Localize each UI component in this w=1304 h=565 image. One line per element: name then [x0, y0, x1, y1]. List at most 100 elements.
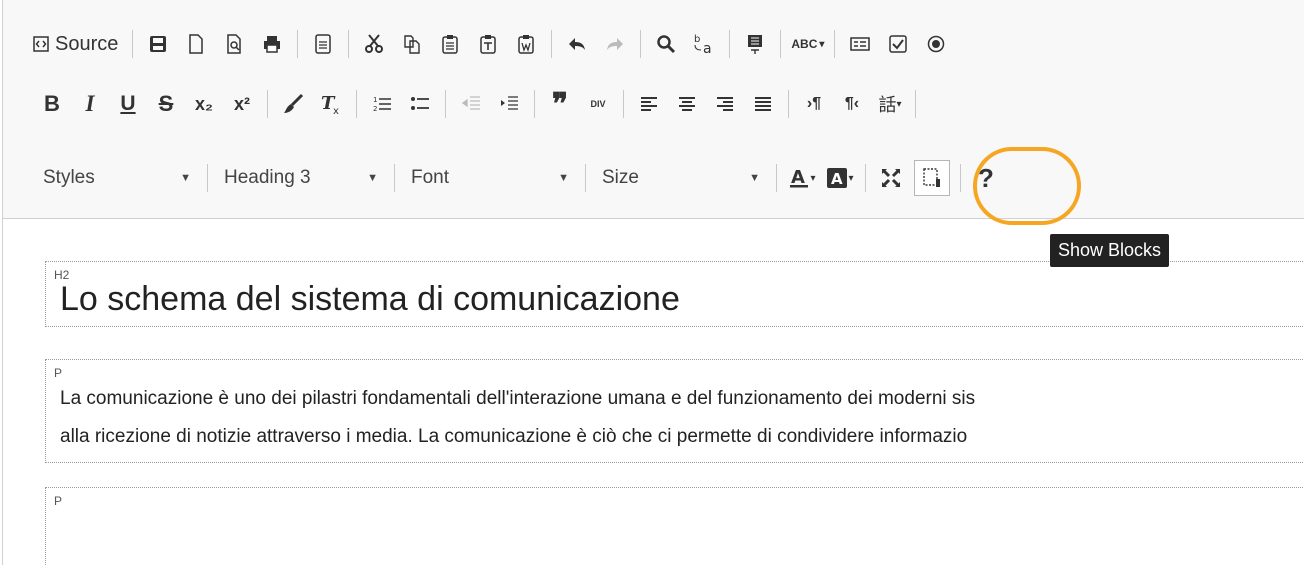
justify-icon: [755, 97, 771, 111]
paste-text-icon: [480, 35, 497, 54]
separator: [445, 90, 446, 118]
separator: [394, 164, 395, 192]
text-color-button[interactable]: A ▾: [787, 163, 817, 193]
h2-block[interactable]: H2 Lo schema del sistema di comunicazion…: [45, 261, 1304, 327]
source-icon: [33, 36, 49, 52]
new-page-button[interactable]: [181, 29, 211, 59]
show-blocks-tooltip: Show Blocks: [1050, 234, 1170, 267]
editor-toolbar: Source ba ABC ▾ B I U S x₂ x² T x 1 2 ❞ …: [3, 0, 1304, 219]
toolbar-row-2: B I U S x₂ x² Tx 12 ❞ DIV ›¶ ¶‹ 話 ▾: [33, 84, 922, 124]
form-button[interactable]: [845, 29, 875, 59]
replace-icon: ba: [694, 34, 712, 55]
paste-button[interactable]: [435, 29, 465, 59]
paste-word-button[interactable]: [511, 29, 541, 59]
separator: [585, 164, 586, 192]
format-dropdown[interactable]: Heading 3 ▼: [214, 161, 388, 195]
show-blocks-icon: [923, 168, 940, 187]
spellcheck-button[interactable]: ABC ▾: [791, 29, 824, 59]
align-right-button[interactable]: [710, 89, 740, 119]
find-button[interactable]: [651, 29, 681, 59]
align-center-button[interactable]: [672, 89, 702, 119]
ltr-icon: ›¶: [806, 95, 822, 112]
indent-button[interactable]: [494, 89, 524, 119]
editing-area[interactable]: H2 Lo schema del sistema di comunicazion…: [3, 219, 1304, 565]
new-page-icon: [189, 34, 204, 54]
preview-button[interactable]: [219, 29, 249, 59]
templates-icon: [315, 34, 332, 54]
cut-icon: [365, 34, 384, 53]
blockquote-button[interactable]: ❞: [545, 87, 575, 122]
heading-text: Lo schema del sistema di comunicazione: [60, 280, 680, 318]
separator: [776, 164, 777, 192]
save-button[interactable]: [143, 29, 173, 59]
select-all-button[interactable]: [740, 29, 770, 59]
language-button[interactable]: 話 ▾: [875, 89, 905, 119]
maximize-icon: [881, 168, 901, 188]
print-button[interactable]: [257, 29, 287, 59]
separator: [729, 30, 731, 58]
chevron-down-icon: ▼: [558, 172, 569, 184]
templates-button[interactable]: [308, 29, 338, 59]
undo-button[interactable]: [562, 29, 592, 59]
source-button[interactable]: Source: [33, 33, 118, 56]
bg-color-icon: A: [827, 168, 848, 188]
justify-button[interactable]: [748, 89, 778, 119]
svg-text:b: b: [694, 34, 700, 45]
svg-text:x: x: [333, 106, 339, 115]
separator: [267, 90, 268, 118]
superscript-button[interactable]: x²: [227, 89, 257, 119]
print-icon: [264, 36, 281, 53]
radio-icon: [928, 35, 945, 53]
radio-button[interactable]: [921, 29, 951, 59]
separator: [348, 30, 350, 58]
font-dropdown[interactable]: Font ▼: [401, 161, 579, 195]
separator: [915, 90, 916, 118]
outdent-button[interactable]: [456, 89, 486, 119]
bold-button[interactable]: B: [37, 89, 67, 119]
align-left-icon: [641, 97, 657, 111]
show-blocks-button[interactable]: [914, 160, 950, 196]
language-icon: 話: [878, 95, 897, 115]
subscript-button[interactable]: x₂: [189, 89, 219, 119]
paragraph-block[interactable]: P La comunicazione è uno dei pilastri fo…: [45, 359, 1304, 463]
div-button[interactable]: DIV: [583, 89, 613, 119]
checkbox-button[interactable]: [883, 29, 913, 59]
svg-text:1: 1: [373, 96, 377, 104]
paintbrush-icon: [284, 93, 304, 113]
paste-text-button[interactable]: [473, 29, 503, 59]
underline-button[interactable]: U: [113, 89, 143, 119]
italic-button[interactable]: I: [75, 89, 105, 119]
copy-format-button[interactable]: [278, 89, 308, 119]
styles-dropdown[interactable]: Styles ▼: [33, 161, 201, 195]
remove-format-button[interactable]: Tx: [316, 89, 346, 119]
numbered-list-button[interactable]: 12: [367, 89, 397, 119]
chevron-down-icon: ▾: [810, 172, 816, 184]
redo-icon: [607, 38, 624, 50]
bg-color-button[interactable]: A ▾: [825, 163, 855, 193]
rtl-button[interactable]: ¶‹: [837, 89, 867, 119]
source-label: Source: [55, 32, 119, 55]
ltr-button[interactable]: ›¶: [799, 89, 829, 119]
maximize-button[interactable]: [876, 163, 906, 193]
size-label: Size: [602, 167, 639, 188]
bulleted-list-button[interactable]: [405, 89, 435, 119]
separator: [356, 90, 357, 118]
spellcheck-icon: ABC: [791, 37, 818, 51]
paragraph-block[interactable]: P: [45, 487, 1304, 565]
chevron-down-icon: ▾: [819, 38, 825, 50]
separator: [297, 30, 299, 58]
replace-button[interactable]: ba: [689, 29, 719, 59]
redo-button[interactable]: [600, 29, 630, 59]
preview-icon: [227, 34, 242, 54]
svg-text:A: A: [791, 167, 805, 188]
align-left-button[interactable]: [634, 89, 664, 119]
rich-text-editor: Source ba ABC ▾ B I U S x₂ x² T x 1 2 ❞ …: [2, 0, 1304, 565]
cut-button[interactable]: [359, 29, 389, 59]
numbered-list-icon: 12: [373, 96, 391, 113]
separator: [640, 30, 642, 58]
copy-button[interactable]: [397, 29, 427, 59]
div-icon: DIV: [590, 98, 606, 109]
chevron-down-icon: ▾: [848, 172, 854, 184]
size-dropdown[interactable]: Size ▼: [592, 161, 770, 195]
strikethrough-button[interactable]: S: [151, 89, 181, 119]
